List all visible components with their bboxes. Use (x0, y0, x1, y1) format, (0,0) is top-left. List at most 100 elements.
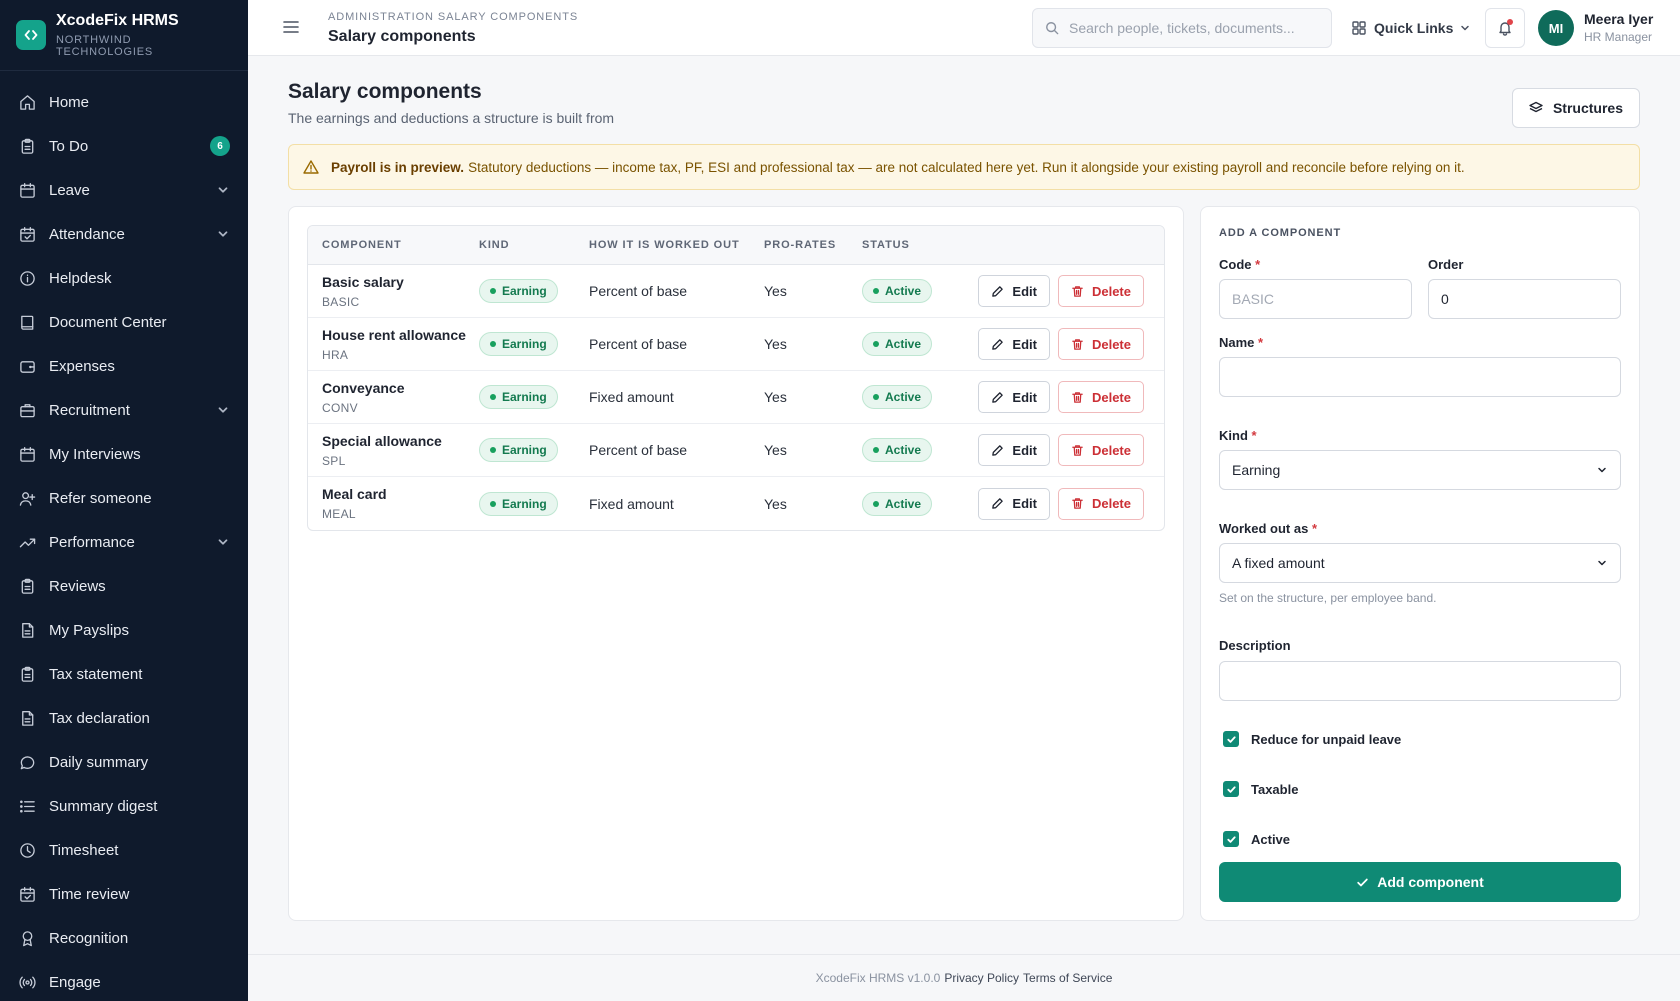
trash-icon (1071, 444, 1084, 457)
sidebar-item-daily-summary[interactable]: Daily summary (0, 740, 248, 784)
components-card: COMPONENT KIND HOW IT IS WORKED OUT PRO-… (288, 206, 1184, 921)
delete-button[interactable]: Delete (1057, 381, 1144, 413)
sidebar-item-label: My Interviews (49, 445, 141, 463)
taxable-label: Taxable (1251, 781, 1299, 797)
table-header: COMPONENT KIND HOW IT IS WORKED OUT PRO-… (308, 226, 1164, 265)
search-box[interactable] (1032, 8, 1332, 48)
sidebar-item-expenses[interactable]: Expenses (0, 344, 248, 388)
status-badge: Active (862, 332, 933, 356)
trash-icon (1071, 497, 1084, 510)
wallet-icon (18, 357, 36, 375)
header-component: COMPONENT (322, 239, 402, 251)
edit-button[interactable]: Edit (978, 381, 1050, 413)
user-menu[interactable]: Meera Iyer HR Manager (1584, 11, 1653, 44)
description-field[interactable] (1219, 661, 1621, 701)
sidebar-item-timesheet[interactable]: Timesheet (0, 828, 248, 872)
quick-links-button[interactable]: Quick Links (1352, 8, 1471, 48)
sidebar-item-helpdesk[interactable]: Helpdesk (0, 256, 248, 300)
component-name: Conveyance (322, 379, 405, 396)
preview-alert: Payroll is in preview. Statutory deducti… (288, 144, 1640, 190)
sidebar-item-refer-someone[interactable]: Refer someone (0, 476, 248, 520)
delete-button[interactable]: Delete (1057, 328, 1144, 360)
sidebar-item-label: Engage (49, 973, 101, 991)
main-content: Salary components The earnings and deduc… (248, 56, 1680, 954)
component-code: CONV (322, 400, 358, 415)
calendar-icon (18, 181, 36, 199)
todo-count-badge: 6 (210, 136, 230, 156)
file-icon (18, 621, 36, 639)
edit-button[interactable]: Edit (978, 275, 1050, 307)
sidebar-item-label: Expenses (49, 357, 115, 375)
sidebar-item-label: Tax declaration (49, 709, 150, 727)
delete-button[interactable]: Delete (1057, 275, 1144, 307)
terms-link[interactable]: Terms of Service (1023, 971, 1112, 985)
trash-icon (1071, 338, 1084, 351)
sidebar-item-to-do[interactable]: To Do 6 (0, 124, 248, 168)
add-component-button[interactable]: Add component (1219, 862, 1621, 902)
kind-badge: Earning (479, 332, 558, 356)
table-row: Conveyance CONV Earning Fixed amount Yes Acti… (308, 371, 1164, 424)
status-badge: Active (862, 491, 933, 516)
sidebar-item-reviews[interactable]: Reviews (0, 564, 248, 608)
unpaid-leave-checkbox[interactable]: Reduce for unpaid leave (1219, 731, 1401, 747)
edit-button[interactable]: Edit (978, 434, 1050, 466)
sidebar-item-my-interviews[interactable]: My Interviews (0, 432, 248, 476)
add-component-label: Add component (1377, 874, 1484, 890)
sidebar-item-label: Leave (49, 181, 90, 199)
sidebar-item-tax-statement[interactable]: Tax statement (0, 652, 248, 696)
sidebar-item-attendance[interactable]: Attendance (0, 212, 248, 256)
component-code: HRA (322, 347, 349, 362)
delete-button[interactable]: Delete (1057, 487, 1144, 520)
component-name: Basic salary (322, 273, 404, 290)
sidebar-item-engage[interactable]: Engage (0, 960, 248, 1001)
privacy-link[interactable]: Privacy Policy (944, 971, 1019, 985)
list-icon (18, 797, 36, 815)
user-plus-icon (18, 489, 36, 507)
code-field[interactable] (1219, 279, 1412, 319)
sidebar-item-summary-digest[interactable]: Summary digest (0, 784, 248, 828)
kind-badge: Earning (479, 385, 558, 409)
sidebar-item-label: Timesheet (49, 841, 119, 859)
menu-icon[interactable] (282, 18, 300, 36)
components-table: COMPONENT KIND HOW IT IS WORKED OUT PRO-… (307, 225, 1165, 531)
brand[interactable]: XcodeFix HRMS NORTHWIND TECHNOLOGIES (0, 0, 248, 71)
method-cell: Percent of base (589, 283, 688, 299)
sidebar-item-home[interactable]: Home (0, 80, 248, 124)
sidebar-item-label: My Payslips (49, 621, 130, 639)
sidebar-item-document-center[interactable]: Document Center (0, 300, 248, 344)
check-icon (1356, 876, 1369, 889)
calendar-check-icon (18, 225, 36, 243)
alert-title: Payroll is in preview. (331, 159, 465, 175)
taxable-checkbox[interactable]: Taxable (1219, 781, 1298, 797)
page-subtitle: The earnings and deductions a structure … (288, 110, 615, 126)
structures-button[interactable]: Structures (1511, 88, 1640, 128)
kind-select[interactable]: Earning (1219, 450, 1621, 490)
header-method: HOW IT IS WORKED OUT (589, 239, 740, 251)
sidebar-item-tax-declaration[interactable]: Tax declaration (0, 696, 248, 740)
prorates-cell: Yes (764, 442, 787, 458)
name-field[interactable] (1219, 357, 1621, 397)
warning-icon (303, 159, 319, 175)
code-label: Code * (1219, 257, 1261, 272)
sidebar-nav: Home To Do 6 Leave Attendance Helpdesk Documen… (0, 71, 248, 1001)
sidebar-item-time-review[interactable]: Time review (0, 872, 248, 916)
worked-out-select[interactable]: A fixed amount (1219, 543, 1621, 583)
quick-links-label: Quick Links (1374, 20, 1454, 36)
table-row: House rent allowance HRA Earning Percent of… (308, 318, 1164, 371)
sidebar-item-recognition[interactable]: Recognition (0, 916, 248, 960)
name-label: Name * (1219, 335, 1264, 350)
active-checkbox[interactable]: Active (1219, 831, 1290, 847)
sidebar-item-leave[interactable]: Leave (0, 168, 248, 212)
notifications-button[interactable] (1485, 8, 1525, 48)
edit-button[interactable]: Edit (978, 328, 1050, 360)
checkmark-icon (1223, 731, 1239, 747)
sidebar-item-my-payslips[interactable]: My Payslips (0, 608, 248, 652)
avatar[interactable]: MI (1538, 10, 1574, 46)
order-field[interactable] (1428, 279, 1621, 319)
search-input[interactable] (1069, 20, 1319, 36)
sidebar-item-performance[interactable]: Performance (0, 520, 248, 564)
delete-button[interactable]: Delete (1057, 434, 1144, 466)
sidebar-item-recruitment[interactable]: Recruitment (0, 388, 248, 432)
edit-button[interactable]: Edit (978, 487, 1050, 520)
method-cell: Fixed amount (589, 389, 674, 405)
